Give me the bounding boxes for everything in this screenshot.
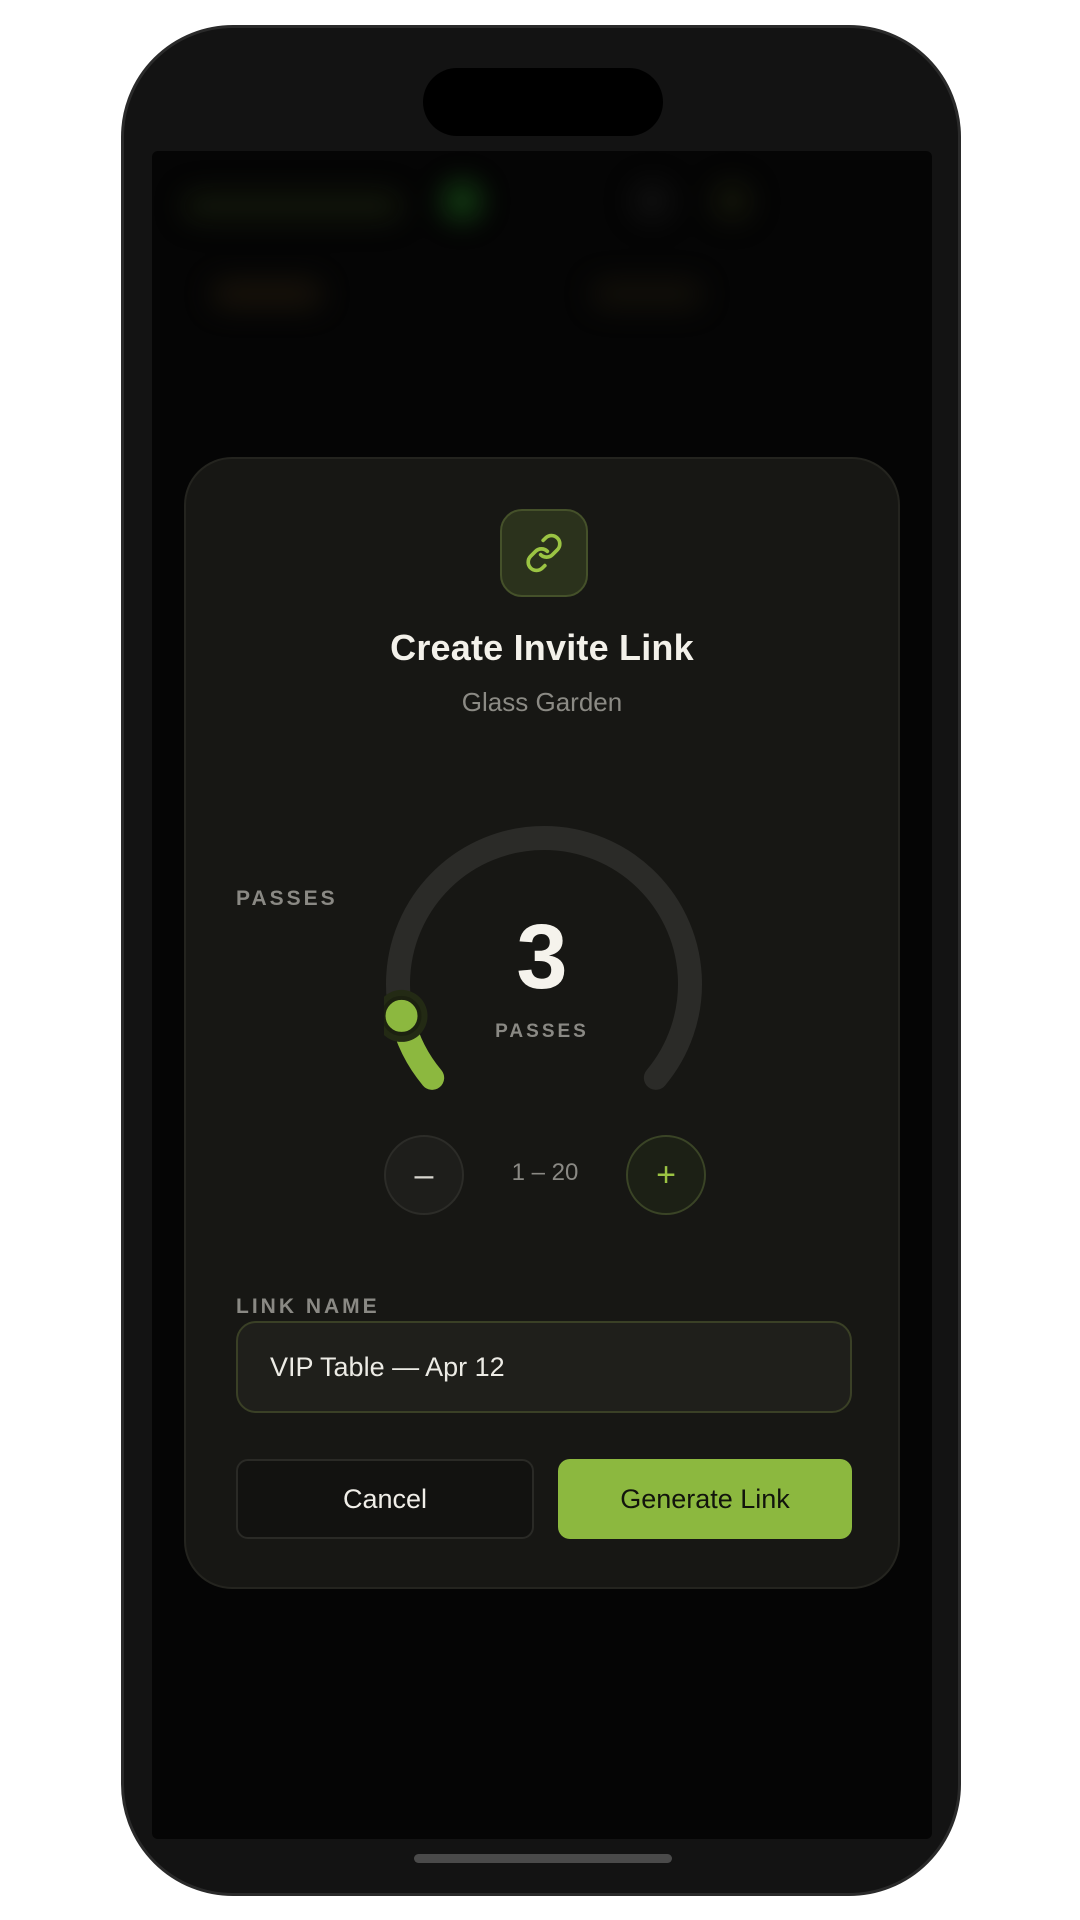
link-icon [526,533,562,573]
screen: Create Invite Link Glass Garden PASSES 3… [152,151,932,1839]
bg-blur-dot [442,181,482,221]
passes-count: 3 [516,906,568,1008]
generate-link-button[interactable]: Generate Link [558,1459,852,1539]
passes-range: 1 – 20 [511,1159,579,1186]
dynamic-island [423,68,663,136]
decrement-passes-button[interactable]: – [384,1135,464,1215]
bg-blur-chip [212,281,322,307]
passes-section-label: PASSES [236,887,338,910]
link-name-input[interactable]: VIP Table — Apr 12 [236,1321,852,1413]
link-name-label: LINK NAME [236,1295,380,1318]
bg-blur-avatar-2 [712,181,752,221]
bg-blur-title [182,191,402,221]
venue-name: Glass Garden [461,687,623,717]
create-invite-link-modal: Create Invite Link Glass Garden PASSES 3… [184,457,900,1589]
stage: Create Invite Link Glass Garden PASSES 3… [0,0,1080,1920]
link-badge [500,509,588,597]
cancel-button[interactable]: Cancel [236,1459,534,1539]
bg-blur-avatar [632,181,672,221]
home-indicator [414,1854,672,1863]
bg-blur-chip-2 [592,281,702,307]
phone-frame: Create Invite Link Glass Garden PASSES 3… [121,25,961,1896]
increment-passes-button[interactable]: + [626,1135,706,1215]
passes-unit-label: PASSES [495,1021,589,1042]
modal-title: Create Invite Link [390,627,694,668]
